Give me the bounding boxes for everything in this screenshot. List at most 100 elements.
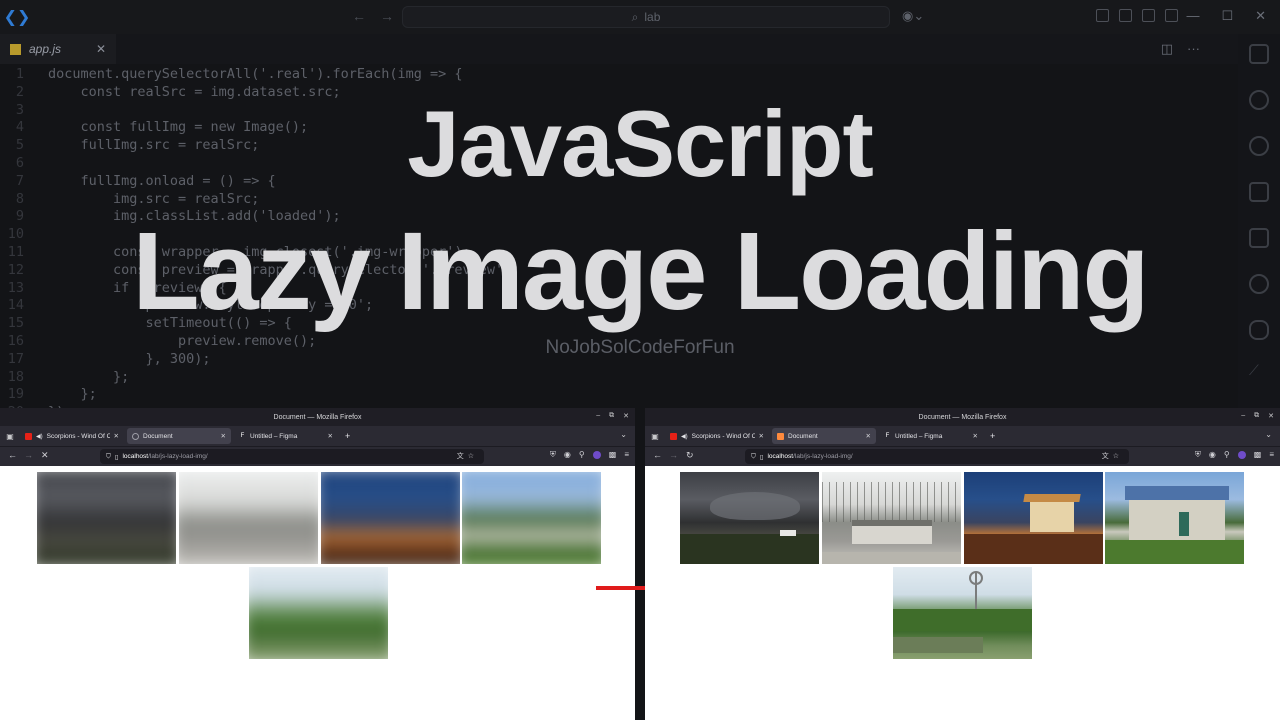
vscode-nav-arrows[interactable]: ←→ — [352, 8, 408, 24]
browser-tab-figma[interactable]: F Untitled – Figma ✕ — [879, 428, 983, 444]
browser-tab-scorpions[interactable]: ◀) Scorpions - Wind Of Ch ✕ — [20, 428, 124, 444]
list-all-tabs-icon[interactable]: ⌄ — [620, 430, 627, 439]
new-tab-button[interactable]: + — [990, 431, 995, 441]
account-icon[interactable]: ◉ — [1209, 450, 1216, 460]
shield-icon[interactable]: ⛉ — [106, 453, 111, 461]
firefox-titlebar: Document — Mozilla Firefox – ⧉ ✕ — [645, 408, 1280, 426]
account-icon[interactable]: ◉ — [564, 450, 571, 460]
tab-app-js[interactable]: app.js ✕ — [0, 34, 116, 64]
close-icon[interactable]: ✕ — [623, 412, 629, 420]
firefox-navbar: ← → ↻ ⛉ ▯ localhost/lab/js-lazy-load-img… — [645, 446, 1280, 466]
tab-close-icon[interactable]: ✕ — [328, 432, 333, 440]
image-stone-cottage — [1105, 472, 1244, 564]
image-storm-field-preview — [37, 472, 176, 564]
figma-favicon-icon: F — [884, 432, 891, 440]
search-icon: ⌕ — [631, 9, 639, 24]
tab-close-icon[interactable]: ✕ — [221, 432, 226, 440]
reload-icon[interactable]: ↻ — [686, 450, 694, 461]
firefox-window-loading: Document — Mozilla Firefox – ⧉ ✕ ▣ ◀) Scor… — [0, 408, 635, 720]
audio-playing-icon[interactable]: ◀) — [681, 433, 688, 440]
restore-icon[interactable]: ⧉ — [1254, 412, 1259, 420]
line-number: 19 — [7, 386, 24, 403]
menu-icon[interactable]: ≡ — [624, 450, 629, 460]
tab-close-icon[interactable]: ✕ — [759, 432, 764, 440]
close-icon[interactable]: ✕ — [1268, 412, 1274, 420]
url-bar-actions[interactable]: 文☆ — [457, 451, 478, 461]
leaf-icon[interactable]: ⟋ — [1249, 362, 1269, 382]
firefox-toolbar: ⛨ ◉ ⚲ ▩ ≡ — [1195, 450, 1274, 460]
more-actions-icon[interactable]: ··· — [1187, 41, 1200, 57]
url-path: /lab/js-lazy-load-img/ — [148, 453, 208, 460]
panel-toggle-icon[interactable] — [1142, 9, 1155, 22]
pocket-icon[interactable]: ⛨ — [550, 450, 556, 460]
extension-avatar-icon[interactable] — [1237, 451, 1246, 459]
copilot-icon[interactable]: ◉⌄ — [902, 8, 924, 24]
url-host: localhost — [767, 453, 794, 460]
minimize-icon[interactable]: – — [596, 412, 600, 420]
extensions-icon[interactable]: ⚲ — [1224, 450, 1230, 460]
tab-label: Scorpions - Wind Of Ch — [691, 432, 755, 440]
page-content — [645, 466, 1280, 720]
vscode-tabbar: app.js ✕ ◫ ··· — [0, 34, 1240, 64]
tab-close-icon[interactable]: ✕ — [96, 42, 106, 56]
tab-close-icon[interactable]: ✕ — [973, 432, 978, 440]
close-icon[interactable]: ✕ — [1255, 8, 1266, 24]
figma-favicon-icon: F — [239, 432, 246, 440]
browser-tab-document[interactable]: Document ✕ — [127, 428, 231, 444]
page-info-icon[interactable]: ▯ — [760, 453, 764, 461]
minimize-icon[interactable]: – — [1241, 412, 1245, 420]
stop-loading-icon[interactable]: ✕ — [41, 450, 49, 461]
tab-list-icon[interactable]: ▣ — [645, 432, 665, 441]
extensions-icon[interactable]: ⚲ — [579, 450, 585, 460]
image-old-house-preview — [179, 472, 318, 564]
line-code: }; — [48, 386, 97, 403]
url-bar[interactable]: ⛉ ▯ localhost/lab/js-lazy-load-img/ 文☆ — [745, 449, 1129, 464]
browser-tab-figma[interactable]: F Untitled – Figma ✕ — [234, 428, 338, 444]
forward-icon[interactable]: → — [24, 450, 33, 460]
screenshot-icon[interactable]: ▩ — [1254, 450, 1262, 460]
audio-playing-icon[interactable]: ◀) — [36, 433, 43, 440]
youtube-favicon-icon — [670, 432, 677, 440]
forward-icon[interactable]: → — [669, 450, 678, 460]
code-line[interactable]: 19 }; — [0, 385, 1240, 403]
minimize-icon[interactable]: — — [1186, 8, 1199, 24]
browser-tab-document[interactable]: Document ✕ — [772, 428, 876, 444]
sidebar-toggle-icon[interactable] — [1119, 9, 1132, 22]
secondary-sidebar-toggle-icon[interactable] — [1165, 9, 1178, 22]
back-icon[interactable]: ← — [8, 450, 17, 460]
maximize-icon[interactable]: ☐ — [1221, 8, 1233, 24]
screenshot-icon[interactable]: ▩ — [609, 450, 617, 460]
tab-close-icon[interactable]: ✕ — [866, 432, 871, 440]
restore-icon[interactable]: ⧉ — [609, 412, 614, 420]
javascript-file-icon — [10, 43, 21, 55]
tab-label: Document — [143, 432, 173, 440]
pocket-icon[interactable]: ⛨ — [1195, 450, 1201, 460]
layout-icon[interactable] — [1096, 9, 1109, 22]
url-path: /lab/js-lazy-load-img/ — [793, 453, 853, 460]
tab-label: Scorpions - Wind Of Ch — [46, 432, 110, 440]
page-info-icon[interactable]: ▯ — [115, 453, 119, 461]
tab-label: Untitled – Figma — [250, 432, 298, 440]
page-content — [0, 466, 635, 720]
list-all-tabs-icon[interactable]: ⌄ — [1265, 430, 1272, 439]
extension-avatar-icon[interactable] — [592, 451, 601, 459]
explorer-icon[interactable] — [1249, 44, 1269, 64]
image-stone-cottage-preview — [462, 472, 601, 564]
split-editor-icon[interactable]: ◫ — [1161, 41, 1173, 57]
vscode-command-search[interactable]: ⌕ lab — [402, 6, 890, 28]
code-line[interactable]: 18 }; — [0, 368, 1240, 386]
shield-icon[interactable]: ⛉ — [751, 453, 756, 461]
url-bar-actions[interactable]: 文☆ — [1102, 451, 1123, 461]
firefox-navbar: ← → ✕ ⛉ ▯ localhost/lab/js-lazy-load-img… — [0, 446, 635, 466]
image-windmill-pond-preview — [249, 567, 388, 659]
browser-tab-scorpions[interactable]: ◀) Scorpions - Wind Of Ch ✕ — [665, 428, 769, 444]
code-line[interactable]: 1 document.querySelectorAll('.real').forE… — [0, 65, 1240, 83]
tab-list-icon[interactable]: ▣ — [0, 432, 20, 441]
tab-close-icon[interactable]: ✕ — [114, 432, 119, 440]
window-title: Document — Mozilla Firefox — [918, 413, 1007, 421]
tab-label: app.js — [29, 42, 62, 56]
url-bar[interactable]: ⛉ ▯ localhost/lab/js-lazy-load-img/ 文☆ — [100, 449, 484, 464]
new-tab-button[interactable]: + — [345, 431, 350, 441]
menu-icon[interactable]: ≡ — [1269, 450, 1274, 460]
back-icon[interactable]: ← — [653, 450, 662, 460]
